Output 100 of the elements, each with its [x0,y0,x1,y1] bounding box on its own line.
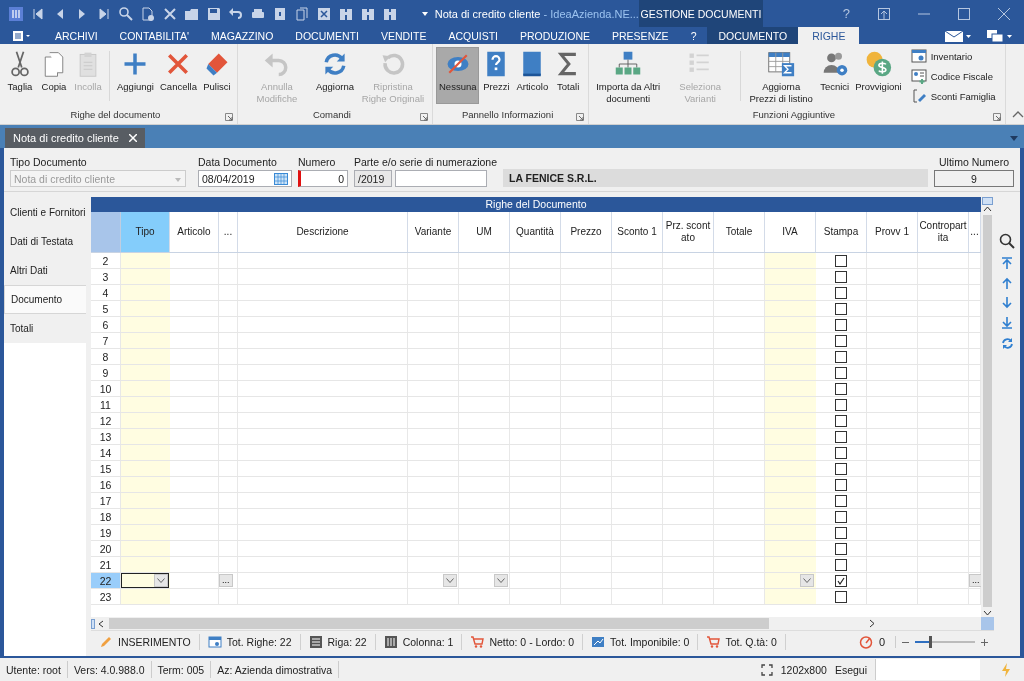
zoom-slider-thumb[interactable] [929,636,932,648]
checkbox[interactable] [835,494,847,507]
menu-tab[interactable]: ? [679,27,708,44]
checkbox[interactable] [835,398,847,411]
calendar-icon[interactable] [274,172,288,185]
menu-tab[interactable]: CONTABILITA' [108,27,200,44]
checkbox[interactable] [835,590,847,603]
menu-tab[interactable]: PRODUZIONE [509,27,602,44]
dropdown-button[interactable] [494,574,508,587]
column-header[interactable]: Prz. scontato [663,212,714,252]
chevron-down-icon[interactable] [983,609,992,617]
mail-icon[interactable] [944,29,972,42]
search-icon[interactable] [999,233,1015,249]
checkbox[interactable] [835,542,847,555]
chevron-up-icon[interactable] [983,205,992,213]
ribbon-button[interactable]: Importa da Altri documenti [592,47,665,108]
checkbox[interactable] [835,526,847,539]
maximize-icon[interactable] [958,7,970,20]
ribbon-button[interactable]: Prezzi [479,47,514,104]
menu-tab[interactable]: MAGAZZINO [199,27,285,44]
zoom-in-icon[interactable] [981,638,988,646]
column-header[interactable]: Contropartita [918,212,969,252]
checkbox[interactable] [835,286,847,299]
chevron-right-icon[interactable] [869,619,875,628]
dropdown-button[interactable] [443,574,457,587]
arrow-down-icon[interactable] [1001,297,1013,309]
save-icon[interactable] [206,5,222,22]
ribbon-button[interactable]: Articolo [513,47,552,104]
help-button[interactable]: ? [842,6,850,21]
row-number[interactable]: 22 [91,573,121,588]
number-field[interactable]: 0 [298,170,348,187]
column-header[interactable]: ... [969,212,981,252]
ellipsis-button[interactable]: ... [969,574,981,587]
dialog-launcher-icon[interactable] [576,113,585,121]
menu-tab[interactable]: PRESENZE [601,27,680,44]
series-field[interactable]: /2019 [354,170,392,187]
close-icon[interactable] [162,5,178,22]
dropdown-button[interactable] [800,574,814,587]
ribbon-button[interactable]: Pulisci [199,47,234,104]
first-icon[interactable] [30,5,46,22]
dropdown-caret-icon[interactable] [1010,136,1018,142]
checkbox[interactable] [835,350,847,363]
menu-tab[interactable]: VENDITE [369,27,438,44]
pin-window-icon[interactable] [878,7,890,20]
checkbox[interactable] [835,478,847,491]
scroll-left-icon[interactable] [91,618,105,629]
ribbon-button[interactable]: Totali [551,47,586,104]
menu-tab[interactable]: ACQUISTI [437,27,509,44]
dialog-launcher-icon[interactable] [224,113,233,121]
search-icon[interactable] [118,5,134,22]
menu-icon[interactable] [12,29,32,42]
last-icon[interactable] [96,5,112,22]
checkbox[interactable] [835,318,847,331]
ribbon-button[interactable]: Copia [37,47,71,104]
ellipsis-button[interactable]: ... [219,574,233,587]
dialog-launcher-icon[interactable] [992,113,1001,121]
checkbox[interactable] [835,446,847,459]
checkbox[interactable] [835,270,847,283]
document-tab[interactable]: Nota di credito cliente [5,128,145,148]
ribbon-small-button[interactable]: Sconti Famiglia [908,87,998,105]
menu-tab[interactable]: RIGHE [798,27,860,44]
run-input-field[interactable] [875,659,980,680]
checkbox[interactable] [835,302,847,315]
ribbon-button[interactable]: Provvigioni [852,47,905,104]
column-header[interactable]: Tipo [121,212,170,252]
ribbon-button[interactable]: Aggiorna [312,47,357,104]
dropdown-button[interactable] [154,574,168,587]
ribbon-button[interactable]: Taglia [3,47,37,104]
dropdown-caret-icon[interactable] [420,9,429,18]
date-field[interactable]: 08/04/2019 [198,170,292,187]
ribbon-button[interactable]: Tecnici [817,47,853,104]
checkbox[interactable] [835,462,847,475]
refresh-icon[interactable] [1000,337,1014,350]
menu-tab[interactable]: DOCUMENTI [284,27,370,44]
arrow-to-bottom-icon[interactable] [1001,317,1013,329]
ribbon-button[interactable]: Cancella [157,47,200,104]
checkbox[interactable] [835,254,847,267]
arrow-to-top-icon[interactable] [1001,257,1013,269]
ribbon-button[interactable]: Aggiorna Prezzi di listino [745,47,818,108]
checkbox[interactable] [835,382,847,395]
series-suffix-field[interactable] [395,170,487,187]
checkbox[interactable] [835,414,847,427]
menu-tab[interactable]: ARCHIVI [44,27,109,44]
new-document-icon[interactable] [140,5,156,22]
ribbon-button[interactable]: Nessuna [436,47,480,104]
windows-icon[interactable] [986,28,1014,43]
close-icon[interactable] [998,7,1010,20]
checkbox[interactable] [835,558,847,571]
collapse-ribbon-icon[interactable] [1011,110,1024,118]
dialog-launcher-icon[interactable] [420,113,428,121]
app-logo-icon[interactable] [8,5,24,22]
help-book-icon[interactable] [272,5,288,22]
ribbon-small-button[interactable]: Codice Fiscale [908,67,998,85]
checkbox[interactable] [835,334,847,347]
ribbon-small-button[interactable]: Inventario [908,47,998,65]
checkbox[interactable] [835,366,847,379]
checkbox[interactable] [835,574,847,587]
ribbon-button[interactable]: Aggiungi [114,47,157,104]
menu-tab[interactable]: DOCUMENTO [707,27,799,44]
checkbox[interactable] [835,510,847,523]
